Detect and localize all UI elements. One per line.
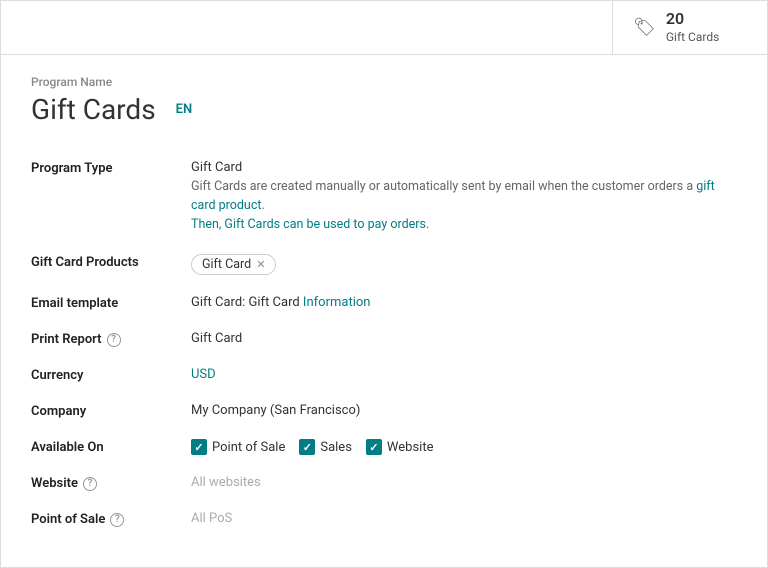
gift-card-count: 20 Gift Cards: [666, 9, 719, 45]
chip-label: Gift Card: [202, 257, 251, 272]
gift-card-pay-link: Then, Gift Cards can be used to pay orde…: [191, 217, 429, 232]
website-label-text: Website: [31, 476, 78, 491]
chip-close-icon[interactable]: ✕: [256, 258, 265, 271]
point-of-sale-value: All PoS: [191, 511, 737, 526]
checkbox-website-label: Website: [387, 440, 434, 455]
program-type-label: Program Type: [31, 160, 191, 176]
checkbox-sales-box[interactable]: [299, 439, 315, 455]
gift-card-products-label: Gift Card Products: [31, 254, 191, 270]
point-of-sale-help-icon[interactable]: ?: [110, 513, 124, 527]
program-type-help: Gift Cards are created manually or autom…: [191, 178, 737, 234]
help-text-2: .: [261, 198, 264, 213]
website-value: All websites: [191, 475, 737, 490]
print-report-help-icon[interactable]: ?: [107, 333, 121, 347]
currency-value[interactable]: USD: [191, 367, 737, 382]
print-report-label-text: Print Report: [31, 332, 102, 347]
page-title: Gift Cards: [31, 93, 156, 126]
point-of-sale-label: Point of Sale ?: [31, 511, 191, 527]
email-template-prefix: Gift Card: Gift Card: [191, 295, 303, 310]
checkbox-sales[interactable]: Sales: [299, 439, 352, 455]
print-report-value: Gift Card: [191, 331, 737, 346]
tag-icon: 🏷: [633, 17, 656, 38]
print-report-label: Print Report ?: [31, 331, 191, 347]
gift-card-label: Gift Cards: [666, 30, 719, 46]
gift-card-number: 20: [666, 9, 719, 30]
point-of-sale-row: Point of Sale ? All PoS: [31, 501, 737, 537]
checkbox-pos[interactable]: Point of Sale: [191, 439, 285, 455]
available-on-value: Point of Sale Sales Website: [191, 439, 737, 455]
available-on-row: Available On Point of Sale Sales: [31, 429, 737, 465]
currency-row: Currency USD: [31, 357, 737, 393]
currency-label: Currency: [31, 367, 191, 383]
email-template-value: Gift Card: Gift Card Information: [191, 295, 737, 310]
checkbox-group: Point of Sale Sales Website: [191, 439, 737, 455]
top-bar: 🏷 20 Gift Cards: [1, 1, 767, 55]
company-label: Company: [31, 403, 191, 419]
company-value: My Company (San Francisco): [191, 403, 737, 418]
gift-card-products-value: Gift Card ✕: [191, 254, 737, 275]
gift-cards-header[interactable]: 🏷 20 Gift Cards: [612, 1, 767, 54]
point-of-sale-label-text: Point of Sale: [31, 512, 105, 527]
program-name-label: Program Name: [31, 75, 737, 89]
website-placeholder: All websites: [191, 475, 261, 490]
checkbox-website[interactable]: Website: [366, 439, 434, 455]
help-text-1: Gift Cards are created manually or autom…: [191, 179, 696, 194]
checkbox-sales-label: Sales: [320, 440, 352, 455]
gift-card-chip[interactable]: Gift Card ✕: [191, 254, 276, 275]
checkbox-pos-label: Point of Sale: [212, 440, 285, 455]
email-template-row: Email template Gift Card: Gift Card Info…: [31, 285, 737, 321]
print-report-row: Print Report ? Gift Card: [31, 321, 737, 357]
available-on-label: Available On: [31, 439, 191, 455]
checkbox-website-box[interactable]: [366, 439, 382, 455]
program-type-text: Gift Card: [191, 160, 737, 175]
gift-card-products-row: Gift Card Products Gift Card ✕: [31, 244, 737, 285]
email-template-link[interactable]: Information: [303, 295, 371, 310]
program-type-value: Gift Card Gift Cards are created manuall…: [191, 160, 737, 234]
company-row: Company My Company (San Francisco): [31, 393, 737, 429]
page-wrapper: 🏷 20 Gift Cards Program Name Gift Cards …: [0, 0, 768, 568]
point-of-sale-placeholder: All PoS: [191, 511, 232, 526]
website-row: Website ? All websites: [31, 465, 737, 501]
page-title-row: Gift Cards EN: [31, 93, 737, 126]
website-label: Website ?: [31, 475, 191, 491]
checkbox-pos-box[interactable]: [191, 439, 207, 455]
main-content: Program Name Gift Cards EN Program Type …: [1, 55, 767, 567]
lang-badge[interactable]: EN: [176, 102, 193, 117]
website-help-icon[interactable]: ?: [83, 477, 97, 491]
form-section: Program Type Gift Card Gift Cards are cr…: [31, 150, 737, 537]
email-template-label: Email template: [31, 295, 191, 311]
program-type-row: Program Type Gift Card Gift Cards are cr…: [31, 150, 737, 244]
